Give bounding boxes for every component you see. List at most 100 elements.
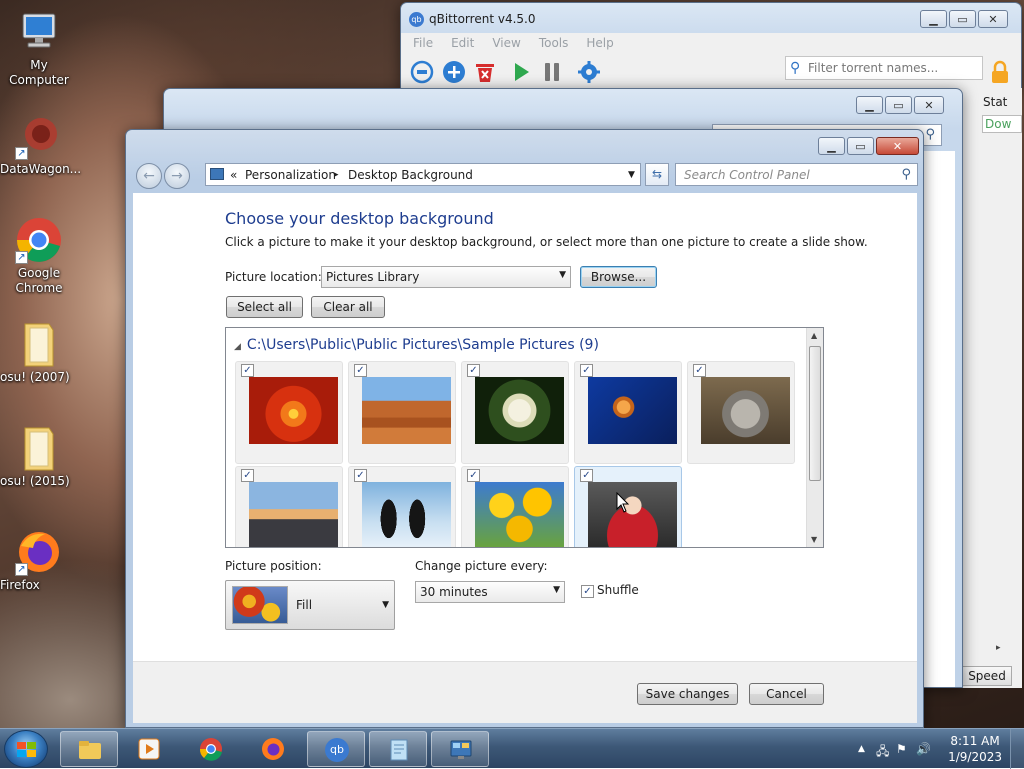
- breadcrumb-overflow[interactable]: «: [230, 168, 237, 182]
- browse-button[interactable]: Browse...: [580, 266, 657, 288]
- filter-placeholder: Filter torrent names...: [808, 61, 939, 75]
- search-control-panel-input[interactable]: Search Control Panel ⚲: [675, 163, 918, 186]
- scroll-up-icon[interactable]: ▲: [811, 331, 817, 340]
- gallery-group-header[interactable]: ◢ C:\Users\Public\Public Pictures\Sample …: [234, 337, 599, 353]
- page-title: Choose your desktop background: [225, 209, 494, 228]
- taskbar-explorer[interactable]: [60, 731, 118, 767]
- picture-checkbox[interactable]: ✓: [580, 364, 593, 377]
- picture-checkbox[interactable]: ✓: [354, 469, 367, 482]
- play-icon: [515, 63, 529, 81]
- speed-button[interactable]: Speed: [962, 666, 1012, 686]
- column-header-status[interactable]: Stat: [983, 95, 1007, 109]
- volume-icon[interactable]: 🔊: [916, 742, 931, 756]
- taskbar-control-panel[interactable]: [431, 731, 489, 767]
- picture-gallery: ◢ C:\Users\Public\Public Pictures\Sample …: [225, 327, 824, 548]
- add-link-button[interactable]: [410, 60, 434, 84]
- picture-tile-penguins[interactable]: ✓: [348, 466, 456, 547]
- close-button[interactable]: ✕: [978, 10, 1008, 28]
- shuffle-checkbox[interactable]: ✓: [581, 585, 594, 598]
- select-all-button[interactable]: Select all: [226, 296, 303, 318]
- taskbar-chrome[interactable]: [182, 731, 240, 767]
- close-button[interactable]: ✕: [876, 137, 919, 155]
- address-bar[interactable]: « Personalization ▸ Desktop Background ▼: [205, 163, 641, 186]
- minimize-icon: ▁: [929, 12, 938, 26]
- menu-tools[interactable]: Tools: [539, 33, 569, 53]
- qbittorrent-icon: qb: [325, 738, 349, 762]
- picture-tile-chrysanthemum[interactable]: ✓: [235, 361, 343, 464]
- picture-location-select[interactable]: Pictures Library ▼: [321, 266, 571, 288]
- taskbar-qbittorrent[interactable]: qb: [307, 731, 365, 767]
- filter-torrents-input[interactable]: ⚲ Filter torrent names...: [785, 56, 983, 80]
- picture-checkbox[interactable]: ✓: [354, 364, 367, 377]
- firefox-icon: ↗: [15, 528, 63, 576]
- picture-tile-lighthouse[interactable]: ✓: [235, 466, 343, 547]
- my-computer-desktop-icon[interactable]: My Computer: [0, 8, 78, 87]
- minimize-button[interactable]: ▁: [856, 96, 883, 114]
- google-chrome-desktop-icon[interactable]: ↗ Google Chrome: [0, 216, 78, 295]
- menu-edit[interactable]: Edit: [451, 33, 474, 53]
- breadcrumb-personalization[interactable]: Personalization: [245, 168, 336, 182]
- breadcrumb-separator-icon[interactable]: ▸: [334, 170, 339, 180]
- picture-tile-tulips[interactable]: ✓: [461, 466, 569, 547]
- clock[interactable]: 8:11 AM 1/9/2023: [948, 733, 1002, 765]
- resume-button[interactable]: [509, 60, 533, 84]
- caption-buttons: ▁ ▭ ✕: [856, 96, 944, 114]
- maximize-button[interactable]: ▭: [949, 10, 976, 28]
- picture-checkbox[interactable]: ✓: [241, 469, 254, 482]
- firefox-desktop-icon[interactable]: ↗ Firefox: [0, 528, 78, 592]
- tulips-thumbnail: [475, 482, 564, 547]
- action-center-flag-icon[interactable]: ⚑: [896, 742, 907, 756]
- network-icon[interactable]: 🖧: [876, 742, 889, 763]
- back-button[interactable]: ←: [136, 163, 162, 189]
- picture-tile-jellyfish[interactable]: ✓: [574, 361, 682, 464]
- picture-tile-hydrangeas[interactable]: ✓: [461, 361, 569, 464]
- breadcrumb-desktop-background[interactable]: Desktop Background: [348, 168, 473, 182]
- delete-button[interactable]: [473, 60, 497, 84]
- desert-thumbnail: [362, 377, 451, 444]
- picture-position-select[interactable]: Fill ▼: [225, 580, 395, 630]
- desktop-icon-label: osu! (2015): [0, 474, 70, 488]
- refresh-button[interactable]: ⇆: [645, 163, 669, 186]
- datawagon-desktop-icon[interactable]: ↗ DataWagon...: [0, 112, 81, 176]
- forward-button[interactable]: →: [164, 163, 190, 189]
- taskbar-media-player[interactable]: [120, 731, 178, 767]
- shuffle-label[interactable]: Shuffle: [597, 583, 639, 597]
- save-changes-button[interactable]: Save changes: [637, 683, 738, 705]
- osu-2015-folder-icon[interactable]: osu! (2015): [0, 424, 78, 488]
- scrollbar-thumb[interactable]: [809, 346, 821, 481]
- picture-checkbox[interactable]: ✓: [467, 364, 480, 377]
- clear-all-button[interactable]: Clear all: [311, 296, 385, 318]
- picture-checkbox[interactable]: ✓: [693, 364, 706, 377]
- menu-view[interactable]: View: [492, 33, 520, 53]
- scroll-right-icon[interactable]: ▸: [996, 643, 1001, 653]
- cancel-button[interactable]: Cancel: [749, 683, 824, 705]
- picture-tile-desert[interactable]: ✓: [348, 361, 456, 464]
- show-desktop-button[interactable]: [1010, 729, 1024, 769]
- taskbar-firefox[interactable]: [244, 731, 302, 767]
- lock-button[interactable]: [988, 60, 1012, 84]
- change-picture-interval-select[interactable]: 30 minutes ▼: [415, 581, 565, 603]
- add-torrent-button[interactable]: [442, 60, 466, 84]
- minimize-button[interactable]: ▁: [818, 137, 845, 155]
- desktop-icon-label: Firefox: [0, 578, 40, 592]
- picture-checkbox[interactable]: ✓: [580, 469, 593, 482]
- close-button[interactable]: ✕: [914, 96, 944, 114]
- options-button[interactable]: [577, 60, 601, 84]
- start-button[interactable]: [4, 730, 48, 768]
- picture-tile-koala[interactable]: ✓: [687, 361, 795, 464]
- menu-help[interactable]: Help: [586, 33, 613, 53]
- maximize-button[interactable]: ▭: [885, 96, 912, 114]
- gallery-scrollbar[interactable]: ▲ ▼: [806, 328, 823, 547]
- picture-checkbox[interactable]: ✓: [467, 469, 480, 482]
- menu-file[interactable]: File: [413, 33, 433, 53]
- taskbar-notepad[interactable]: [369, 731, 427, 767]
- show-hidden-icons-icon[interactable]: ▲: [858, 744, 865, 754]
- scroll-down-icon[interactable]: ▼: [811, 535, 817, 544]
- osu-2007-folder-icon[interactable]: osu! (2007): [0, 320, 78, 384]
- status-cell[interactable]: Dow: [982, 115, 1022, 133]
- minimize-button[interactable]: ▁: [920, 10, 947, 28]
- pause-button[interactable]: [540, 60, 564, 84]
- address-dropdown-icon[interactable]: ▼: [628, 170, 635, 180]
- maximize-button[interactable]: ▭: [847, 137, 874, 155]
- picture-checkbox[interactable]: ✓: [241, 364, 254, 377]
